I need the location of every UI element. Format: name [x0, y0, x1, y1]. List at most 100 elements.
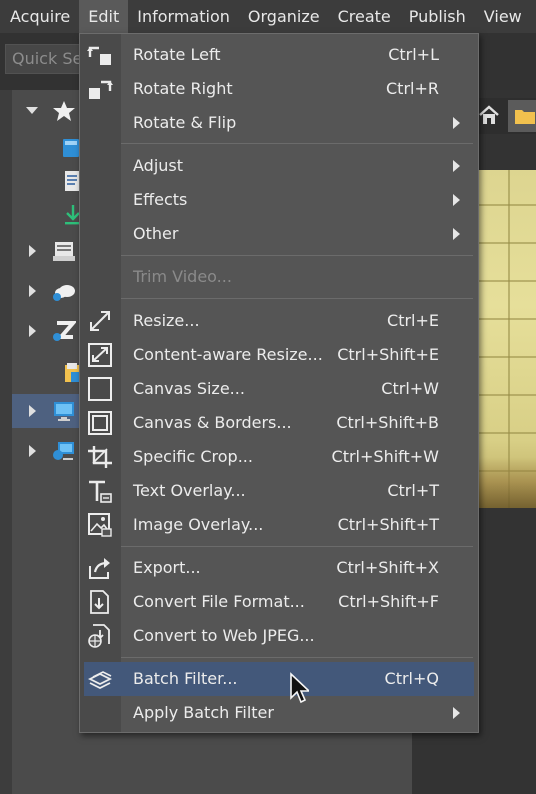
menu-item-shortcut: Ctrl+T	[387, 481, 439, 500]
menu-item-other[interactable]: Other	[80, 217, 478, 251]
submenu-arrow-icon	[453, 160, 460, 172]
menu-bar: Acquire Edit Information Organize Create…	[0, 0, 536, 33]
menu-separator	[121, 255, 473, 256]
menu-edit[interactable]: Edit	[79, 0, 129, 33]
collapse-caret-icon[interactable]	[26, 107, 38, 114]
menu-item-shortcut: Ctrl+R	[386, 79, 439, 98]
menu-item-label: Rotate Left	[133, 45, 221, 64]
menu-item-label: Canvas & Borders...	[133, 413, 292, 432]
menu-separator	[121, 298, 473, 299]
submenu-arrow-icon	[453, 194, 460, 206]
menu-item-effects[interactable]: Effects	[80, 183, 478, 217]
tree-row-favorites[interactable]	[12, 94, 82, 128]
export-icon	[89, 558, 110, 579]
rotate-right-icon	[89, 80, 113, 99]
batch-filter-icon	[87, 671, 113, 690]
menu-item-shortcut: Ctrl+Shift+T	[337, 515, 439, 534]
tree-row-zoner[interactable]	[12, 314, 82, 348]
menu-item-label: Convert to Web JPEG...	[133, 626, 315, 645]
tree-row-documents[interactable]	[12, 164, 82, 198]
menu-item-batch-filter[interactable]: Batch Filter... Ctrl+Q	[84, 662, 474, 696]
panel-edge	[0, 90, 12, 794]
menu-separator	[121, 657, 473, 658]
menu-information[interactable]: Information	[128, 0, 239, 33]
menu-item-apply-batch-filter[interactable]: Apply Batch Filter	[80, 696, 478, 730]
submenu-arrow-icon	[453, 228, 460, 240]
tree-row-this-pc[interactable]	[12, 394, 82, 428]
menu-item-label: Rotate Right	[133, 79, 233, 98]
home-icon[interactable]	[478, 104, 500, 126]
canvas-borders-icon	[88, 411, 112, 435]
canvas-size-icon	[88, 377, 112, 401]
monitor-small-icon	[63, 139, 79, 157]
menu-item-content-aware-resize[interactable]: Content-aware Resize... Ctrl+Shift+E	[80, 338, 478, 372]
computer-icon	[54, 402, 74, 421]
menu-item-shortcut: Ctrl+Shift+B	[336, 413, 439, 432]
tree-row-pictures[interactable]	[12, 356, 83, 390]
menu-item-label: Adjust	[133, 156, 184, 175]
menu-item-label: Specific Crop...	[133, 447, 253, 466]
photo-thumbnail[interactable]	[478, 170, 536, 508]
edit-menu: Rotate Left Ctrl+L Rotate Right Ctrl+R R…	[79, 33, 479, 733]
drive-icon	[53, 242, 75, 261]
menu-item-image-overlay[interactable]: Image Overlay... Ctrl+Shift+T	[80, 508, 478, 542]
tree-row-downloads[interactable]	[12, 198, 82, 232]
menu-separator	[121, 546, 473, 547]
mouse-cursor-icon	[290, 672, 309, 704]
tree-row-drive[interactable]	[12, 234, 82, 268]
menu-item-label: Text Overlay...	[133, 481, 246, 500]
menu-item-rotate-right[interactable]: Rotate Right Ctrl+R	[80, 72, 478, 106]
menu-organize[interactable]: Organize	[239, 0, 329, 33]
menu-item-label: Convert File Format...	[133, 592, 305, 611]
menu-item-shortcut: Ctrl+W	[381, 379, 439, 398]
menu-publish[interactable]: Publish	[400, 0, 475, 33]
tree-row-network[interactable]	[12, 434, 82, 468]
expand-caret-icon[interactable]	[29, 285, 36, 297]
expand-caret-icon[interactable]	[29, 325, 36, 337]
submenu-arrow-icon	[453, 117, 460, 129]
menu-item-rotate-left[interactable]: Rotate Left Ctrl+L	[80, 38, 478, 72]
menu-item-resize[interactable]: Resize... Ctrl+E	[80, 304, 478, 338]
tree-row-cloud[interactable]	[12, 274, 82, 308]
menu-item-shortcut: Ctrl+L	[388, 45, 439, 64]
menu-item-label: Canvas Size...	[133, 379, 245, 398]
menu-item-shortcut: Ctrl+Shift+E	[337, 345, 439, 364]
zoner-z-icon	[53, 321, 76, 341]
menu-item-shortcut: Ctrl+E	[387, 311, 439, 330]
menu-item-label: Rotate & Flip	[133, 113, 237, 132]
menu-separator	[121, 143, 473, 144]
document-icon	[65, 171, 79, 191]
menu-item-convert-web-jpeg[interactable]: Convert to Web JPEG...	[80, 619, 478, 653]
crop-icon	[88, 446, 112, 468]
menu-item-shortcut: Ctrl+Shift+X	[336, 558, 439, 577]
rotate-left-icon	[87, 46, 111, 65]
menu-item-label: Image Overlay...	[133, 515, 264, 534]
menu-item-rotate-flip[interactable]: Rotate & Flip	[80, 106, 478, 140]
menu-item-canvas-borders[interactable]: Canvas & Borders... Ctrl+Shift+B	[80, 406, 478, 440]
menu-item-label: Resize...	[133, 311, 200, 330]
expand-caret-icon[interactable]	[29, 245, 36, 257]
menu-item-label: Content-aware Resize...	[133, 345, 323, 364]
menu-item-text-overlay[interactable]: Text Overlay... Ctrl+T	[80, 474, 478, 508]
menu-item-shortcut: Ctrl+Shift+W	[331, 447, 439, 466]
expand-caret-icon[interactable]	[29, 445, 36, 457]
menu-item-specific-crop[interactable]: Specific Crop... Ctrl+Shift+W	[80, 440, 478, 474]
menu-item-shortcut: Ctrl+Shift+F	[338, 592, 439, 611]
web-jpeg-icon	[88, 624, 110, 648]
menu-item-export[interactable]: Export... Ctrl+Shift+X	[80, 551, 478, 585]
menu-acquire[interactable]: Acquire	[0, 0, 79, 33]
resize-icon	[90, 311, 110, 331]
menu-view[interactable]: View	[475, 0, 531, 33]
menu-item-canvas-size[interactable]: Canvas Size... Ctrl+W	[80, 372, 478, 406]
network-icon	[53, 442, 74, 460]
expand-caret-icon[interactable]	[29, 405, 36, 417]
menu-item-shortcut: Ctrl+Q	[384, 669, 439, 688]
tree-row-desktop-shortcut[interactable]	[12, 130, 82, 164]
menu-create[interactable]: Create	[329, 0, 400, 33]
menu-item-label: Apply Batch Filter	[133, 703, 274, 722]
menu-item-convert-file-format[interactable]: Convert File Format... Ctrl+Shift+F	[80, 585, 478, 619]
folder-icon	[515, 110, 535, 124]
folder-button[interactable]	[508, 100, 536, 132]
menu-item-adjust[interactable]: Adjust	[80, 149, 478, 183]
star-icon	[53, 101, 75, 121]
